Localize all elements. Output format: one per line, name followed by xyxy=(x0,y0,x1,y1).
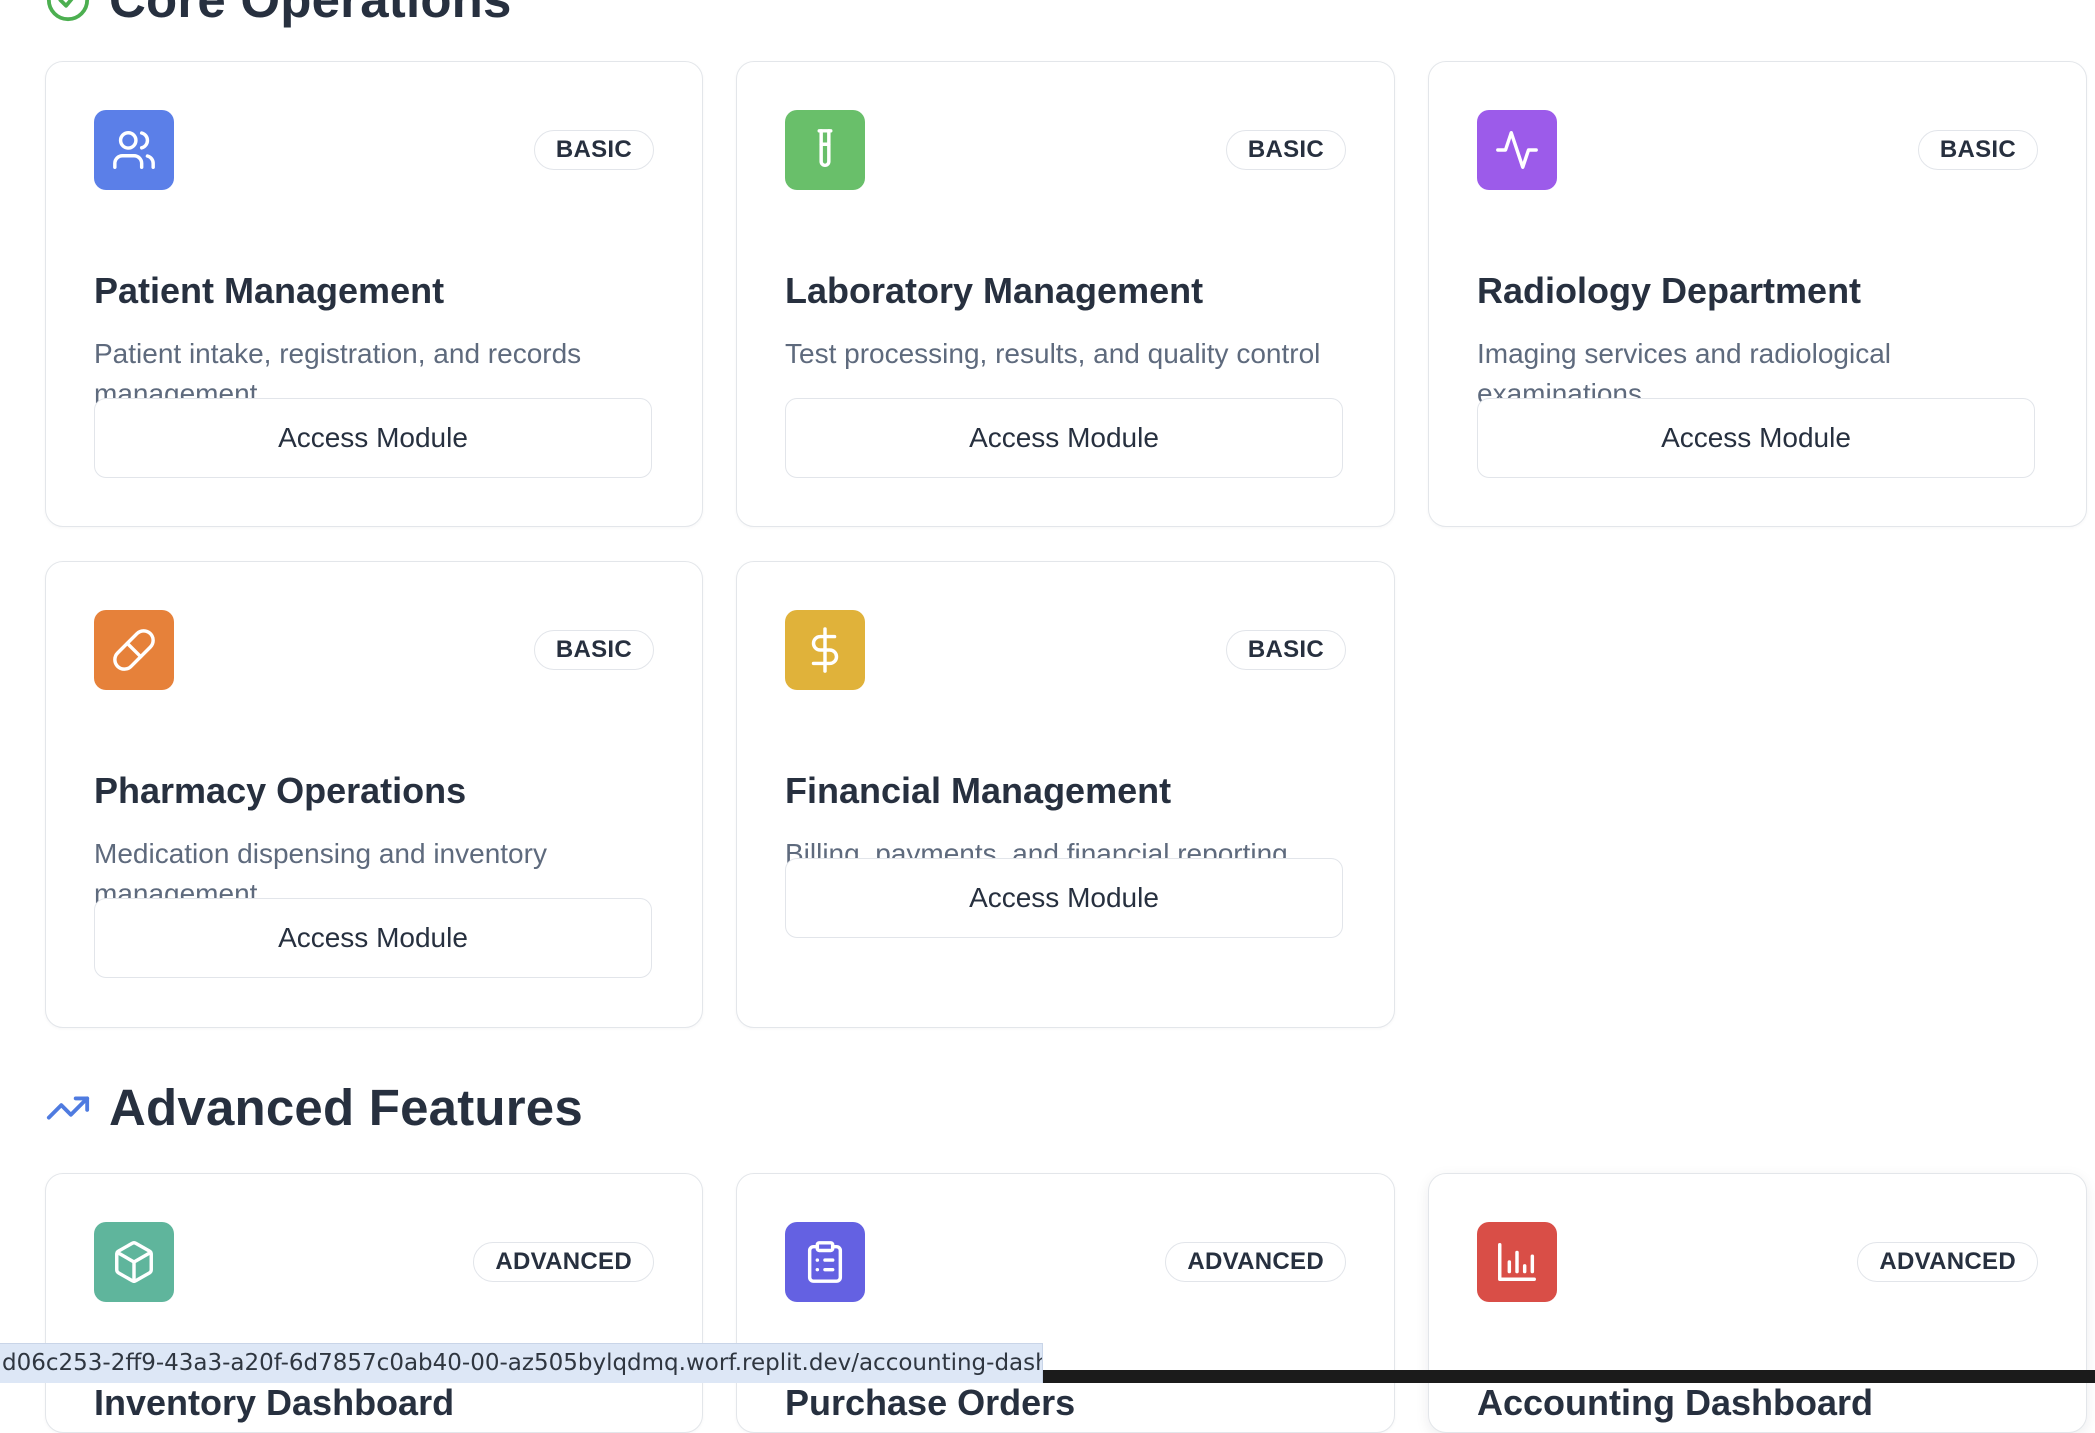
section-heading-core-operations: Core Operations xyxy=(45,0,512,29)
tier-badge: BASIC xyxy=(1225,130,1346,170)
section-heading-advanced-features: Advanced Features xyxy=(45,1078,583,1137)
taskbar-strip xyxy=(1043,1370,2095,1383)
circle-check-icon xyxy=(46,0,90,21)
trending-up-icon xyxy=(46,1096,90,1119)
access-module-button[interactable]: Access Module xyxy=(94,898,652,978)
module-card-radiology-department: BASIC Radiology Department Imaging servi… xyxy=(1428,61,2087,527)
module-card-inventory-dashboard: ADVANCED Inventory Dashboard xyxy=(45,1173,703,1433)
tier-badge: ADVANCED xyxy=(1165,1242,1346,1282)
clipboard-list-icon xyxy=(785,1222,865,1302)
access-module-button[interactable]: Access Module xyxy=(1477,398,2035,478)
package-icon xyxy=(94,1222,174,1302)
access-module-button[interactable]: Access Module xyxy=(785,398,1343,478)
module-title: Accounting Dashboard xyxy=(1477,1382,1874,1423)
module-title: Purchase Orders xyxy=(785,1382,1076,1423)
tier-badge: BASIC xyxy=(1917,130,2038,170)
tier-badge: BASIC xyxy=(1225,630,1346,670)
tier-badge: BASIC xyxy=(533,630,654,670)
module-title: Pharmacy Operations xyxy=(94,770,467,811)
module-card-accounting-dashboard[interactable]: ADVANCED Accounting Dashboard xyxy=(1428,1173,2087,1433)
module-title: Laboratory Management xyxy=(785,270,1204,311)
users-icon xyxy=(94,110,174,190)
tier-badge: BASIC xyxy=(533,130,654,170)
dollar-sign-icon xyxy=(785,610,865,690)
module-title: Inventory Dashboard xyxy=(94,1382,455,1423)
pill-icon xyxy=(94,610,174,690)
test-tube-icon xyxy=(785,110,865,190)
access-module-button[interactable]: Access Module xyxy=(785,858,1343,938)
module-title: Financial Management xyxy=(785,770,1172,811)
section-title: Core Operations xyxy=(109,0,512,29)
link-preview-status-bar: d06c253-2ff9-43a3-a20f-6d7857c0ab40-00-a… xyxy=(0,1343,1043,1383)
tier-badge: ADVANCED xyxy=(473,1242,654,1282)
module-description: Test processing, results, and quality co… xyxy=(785,338,1321,369)
module-card-purchase-orders: ADVANCED Purchase Orders xyxy=(736,1173,1395,1433)
tier-badge: ADVANCED xyxy=(1857,1242,2038,1282)
module-card-pharmacy-operations: BASIC Pharmacy Operations Medication dis… xyxy=(45,561,703,1028)
bar-chart-icon xyxy=(1477,1222,1557,1302)
module-title: Radiology Department xyxy=(1477,270,1862,311)
access-module-button[interactable]: Access Module xyxy=(94,398,652,478)
module-card-financial-management: BASIC Financial Management Billing, paym… xyxy=(736,561,1395,1028)
module-title: Patient Management xyxy=(94,270,445,311)
module-card-laboratory-management: BASIC Laboratory Management Test process… xyxy=(736,61,1395,527)
module-card-patient-management: BASIC Patient Management Patient intake,… xyxy=(45,61,703,527)
activity-icon xyxy=(1477,110,1557,190)
section-title: Advanced Features xyxy=(109,1079,583,1136)
